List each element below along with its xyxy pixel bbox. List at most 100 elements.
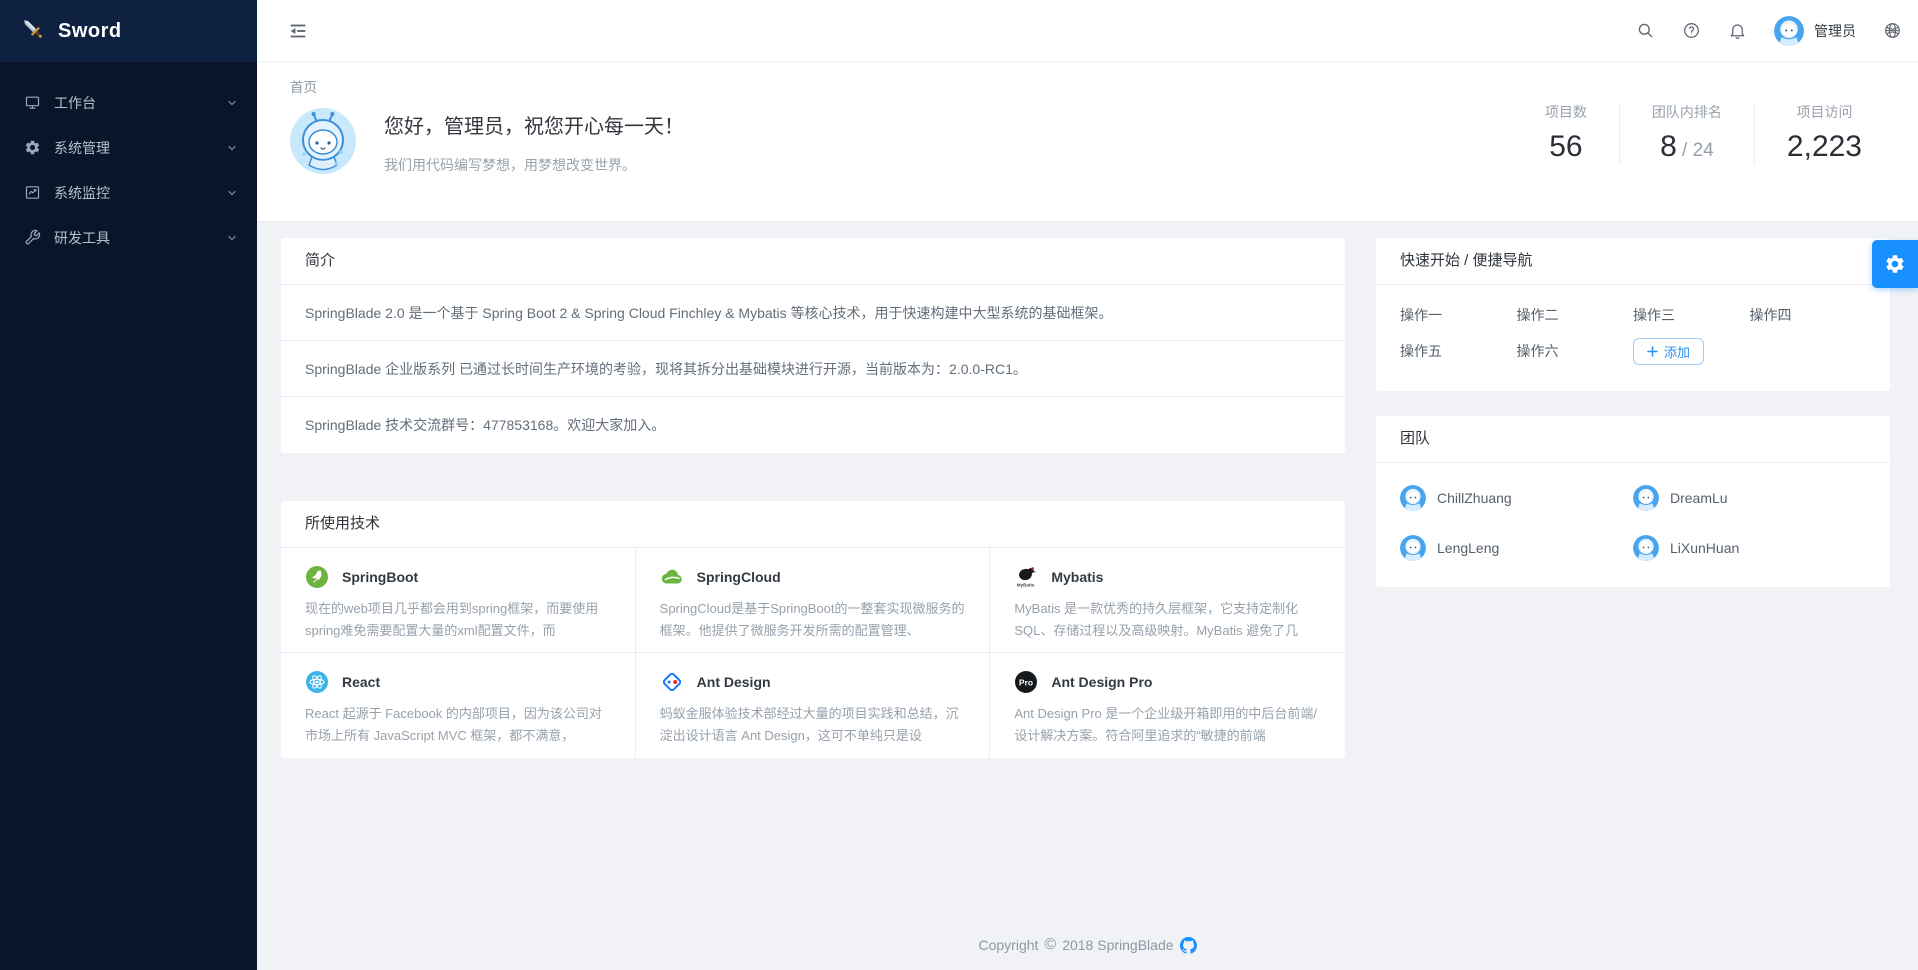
footer-copyright-text: Copyright <box>978 937 1038 953</box>
tech-name: Mybatis <box>1051 569 1103 585</box>
tech-desc: 蚂蚁金服体验技术部经过大量的项目实践和总结，沉淀出设计语言 Ant Design… <box>660 703 966 748</box>
stat-label: 团队内排名 <box>1652 102 1722 122</box>
member-name: ChillZhuang <box>1437 490 1512 506</box>
hero-section: 首页 您好，管理员，祝您开心每一天 <box>257 62 1918 222</box>
sidebar-item-dev-tools[interactable]: 研发工具 <box>0 215 257 260</box>
stat-value: 8 / 24 <box>1652 130 1722 164</box>
tech-desc: Ant Design Pro 是一个企业级开箱即用的中后台前端/设计解决方案。符… <box>1014 703 1321 748</box>
team-member[interactable]: LiXunHuan <box>1633 535 1866 561</box>
breadcrumb[interactable]: 首页 <box>290 76 317 96</box>
team-member[interactable]: ChillZhuang <box>1400 485 1633 511</box>
intro-line: SpringBlade 2.0 是一个基于 Spring Boot 2 & Sp… <box>281 285 1345 341</box>
monitor-icon <box>24 94 41 111</box>
copyright-icon: © <box>1044 936 1056 954</box>
bell-icon[interactable] <box>1728 21 1747 40</box>
sidebar-item-system-admin[interactable]: 系统管理 <box>0 125 257 170</box>
add-button-label: 添加 <box>1664 342 1690 361</box>
help-icon[interactable] <box>1682 21 1701 40</box>
gear-icon <box>1884 253 1906 275</box>
springcloud-icon <box>660 565 684 589</box>
quick-link-4[interactable]: 操作四 <box>1750 300 1867 330</box>
quick-link-3[interactable]: 操作三 <box>1633 300 1750 330</box>
chevron-down-icon <box>227 233 237 243</box>
chart-icon <box>24 184 41 201</box>
tech-grid: SpringBoot 现在的web项目几乎都会用到spring框架，而要使用sp… <box>281 548 1345 758</box>
mybatis-icon: MyBatis <box>1014 565 1038 589</box>
avatar <box>1774 16 1804 46</box>
tech-desc: MyBatis 是一款优秀的持久层框架，它支持定制化 SQL、存储过程以及高级映… <box>1014 598 1321 643</box>
wrench-icon <box>24 229 41 246</box>
tech-cell-springboot[interactable]: SpringBoot 现在的web项目几乎都会用到spring框架，而要使用sp… <box>281 548 636 653</box>
team-member[interactable]: DreamLu <box>1633 485 1866 511</box>
member-name: LengLeng <box>1437 540 1499 556</box>
quick-link-1[interactable]: 操作一 <box>1400 300 1517 330</box>
sidebar-item-system-monitor[interactable]: 系统监控 <box>0 170 257 215</box>
member-avatar <box>1633 535 1659 561</box>
sidebar-nav: 工作台 系统管理 系统监控 研发工具 <box>0 62 257 260</box>
chevron-down-icon <box>227 188 237 198</box>
intro-line: SpringBlade 技术交流群号：477853168。欢迎大家加入。 <box>281 397 1345 453</box>
topbar-actions: 管理员 <box>1636 16 1902 46</box>
svg-text:MyBatis: MyBatis <box>1017 583 1035 588</box>
tech-cell-react[interactable]: React React 起源于 Facebook 的内部项目，因为该公司对市场上… <box>281 653 636 758</box>
tech-desc: SpringCloud是基于SpringBoot的一整套实现微服务的框架。他提供… <box>660 598 966 643</box>
stat-label: 项目数 <box>1545 102 1587 122</box>
tech-name: Ant Design Pro <box>1051 674 1152 690</box>
react-icon <box>305 670 329 694</box>
chevron-down-icon <box>227 98 237 108</box>
tech-desc: React 起源于 Facebook 的内部项目，因为该公司对市场上所有 Jav… <box>305 703 611 748</box>
member-name: DreamLu <box>1670 490 1728 506</box>
intro-card: 简介 SpringBlade 2.0 是一个基于 Spring Boot 2 &… <box>281 238 1345 453</box>
sidebar-item-label: 工作台 <box>54 93 227 113</box>
add-button[interactable]: 添加 <box>1633 338 1704 365</box>
antdesign-icon <box>660 670 684 694</box>
app-logo[interactable]: Sword <box>0 0 257 62</box>
member-name: LiXunHuan <box>1670 540 1739 556</box>
page-content: 首页 您好，管理员，祝您开心每一天 <box>257 62 1918 970</box>
app-title: Sword <box>58 20 122 43</box>
tech-cell-springcloud[interactable]: SpringCloud SpringCloud是基于SpringBoot的一整套… <box>636 548 991 653</box>
tech-name: SpringCloud <box>697 569 781 585</box>
quick-start-card: 快速开始 / 便捷导航 操作一 操作二 操作三 操作四 操作五 操作六 添加 <box>1376 238 1890 391</box>
member-avatar <box>1400 535 1426 561</box>
team-member[interactable]: LengLeng <box>1400 535 1633 561</box>
stat-projects: 项目数 56 <box>1513 102 1619 164</box>
quick-link-2[interactable]: 操作二 <box>1517 300 1634 330</box>
plus-icon <box>1647 346 1658 357</box>
sidebar: Sword 工作台 系统管理 系统监控 研发工具 <box>0 0 257 970</box>
tech-name: SpringBoot <box>342 569 418 585</box>
tech-cell-mybatis[interactable]: MyBatis Mybatis MyBatis 是一款优秀的持久层框架，它支持定… <box>990 548 1345 653</box>
intro-card-title: 简介 <box>281 238 1345 285</box>
tech-cell-antdesignpro[interactable]: Pro Ant Design Pro Ant Design Pro 是一个企业级… <box>990 653 1345 758</box>
tech-cell-antdesign[interactable]: Ant Design 蚂蚁金服体验技术部经过大量的项目实践和总结，沉淀出设计语言… <box>636 653 991 758</box>
team-members: ChillZhuang DreamLu LengLeng LiXunHuan <box>1376 463 1890 561</box>
user-name: 管理员 <box>1814 21 1856 41</box>
member-avatar <box>1633 485 1659 511</box>
member-avatar <box>1400 485 1426 511</box>
sidebar-item-label: 系统管理 <box>54 138 227 158</box>
globe-icon[interactable] <box>1883 21 1902 40</box>
theme-settings-button[interactable] <box>1872 240 1918 288</box>
github-icon[interactable] <box>1180 937 1197 954</box>
chevron-down-icon <box>227 143 237 153</box>
quick-link-5[interactable]: 操作五 <box>1400 336 1517 366</box>
sidebar-item-label: 系统监控 <box>54 183 227 203</box>
welcome-avatar <box>290 108 356 174</box>
sidebar-collapse-button[interactable] <box>285 18 311 44</box>
stat-project-visits: 项目访问 2,223 <box>1754 102 1894 164</box>
user-menu[interactable]: 管理员 <box>1774 16 1856 46</box>
antdesignpro-icon: Pro <box>1014 670 1038 694</box>
sword-logo-icon <box>20 16 46 47</box>
springboot-icon <box>305 565 329 589</box>
stat-value: 2,223 <box>1787 130 1862 164</box>
tech-name: Ant Design <box>697 674 771 690</box>
quick-link-6[interactable]: 操作六 <box>1517 336 1634 366</box>
sidebar-item-workbench[interactable]: 工作台 <box>0 80 257 125</box>
gear-icon <box>24 139 41 156</box>
tech-card-title: 所使用技术 <box>281 501 1345 548</box>
stat-team-rank: 团队内排名 8 / 24 <box>1619 102 1754 164</box>
team-card-title: 团队 <box>1376 416 1890 463</box>
search-icon[interactable] <box>1636 21 1655 40</box>
tech-desc: 现在的web项目几乎都会用到spring框架，而要使用spring难免需要配置大… <box>305 598 611 643</box>
tech-name: React <box>342 674 380 690</box>
